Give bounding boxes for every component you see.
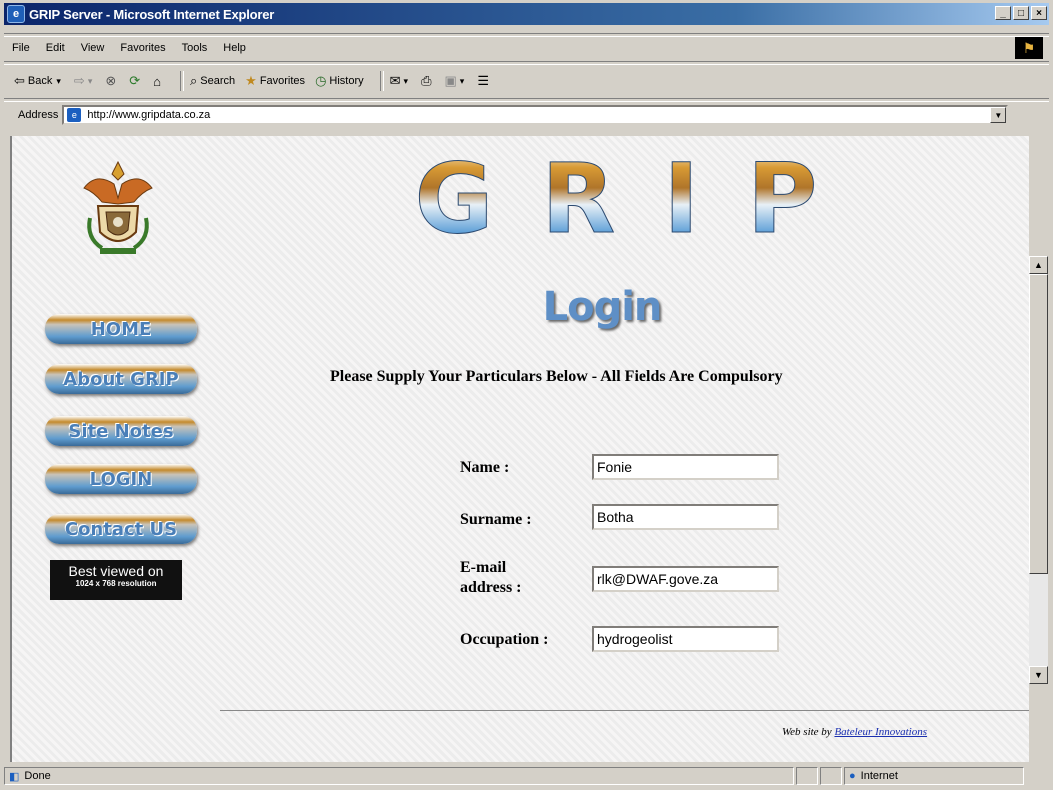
status-bar: ◧ Done ● Internet [4,765,1049,787]
site-credit: Web site by Bateleur Innovations [782,726,927,738]
credit-link[interactable]: Bateleur Innovations [834,726,927,738]
window-title: GRIP Server - Microsoft Internet Explore… [29,6,275,22]
zone-text: Internet [860,770,898,782]
favorites-button[interactable]: ★ Favorites [245,73,305,89]
edit-button[interactable]: ▣ ▾ [444,73,467,89]
dropdown-arrow-icon: ▾ [87,75,93,86]
credit-prefix: Web site by [782,726,832,738]
name-input[interactable]: Fonie [592,454,779,480]
dropdown-arrow-icon: ▾ [56,75,61,86]
status-panel [820,767,842,785]
ie-icon: e [7,5,25,23]
globe-icon: ● [849,770,856,782]
form-instructions: Please Supply Your Particulars Below - A… [330,368,783,385]
home-button[interactable]: ⌂ [153,74,164,89]
history-icon: ◷ [315,73,327,88]
title-bar: e GRIP Server - Microsoft Internet Explo… [4,3,1049,25]
back-arrow-icon: ⇦ [14,73,25,88]
page-heading: Login [542,284,663,330]
footer-divider [220,710,1029,711]
home-icon: ⌂ [153,73,162,89]
dropdown-arrow-icon: ▾ [459,75,465,86]
email-label-line-2: address : [460,579,522,596]
address-bar: Address e http://www.gripdata.co.za ▼ [4,101,1049,129]
print-icon: ⎙ [421,73,432,88]
edit-icon: ▣ [444,73,457,88]
forward-button[interactable]: ⇨ ▾ [74,73,95,89]
scroll-up-icon[interactable]: ▲ [1029,256,1048,274]
maximize-button[interactable]: □ [1013,6,1029,20]
vertical-scrollbar[interactable]: ▲ ▼ [1029,256,1048,684]
email-label: E-mail address : [460,558,522,598]
nav-site-notes-button[interactable]: Site Notes [45,416,197,446]
badge-line-1: Best viewed on [68,563,164,579]
discuss-button[interactable]: ☰ [477,73,492,89]
refresh-icon: ⟳ [129,73,141,88]
page-done-icon: ◧ [9,770,20,783]
toolbar-separator [180,71,185,91]
favorites-icon: ★ [245,73,257,88]
grip-logo: GRIP [414,154,866,244]
print-button[interactable]: ⎙ [421,73,434,89]
surname-label: Surname : [460,511,532,528]
scroll-thumb[interactable] [1029,274,1048,574]
status-text: Done [24,770,51,782]
back-button[interactable]: ⇦ Back ▾ [14,73,64,89]
address-url: http://www.gripdata.co.za [87,109,211,121]
minimize-button[interactable]: _ [995,6,1011,20]
resolution-badge: Best viewed on 1024 x 768 resolution [50,560,182,600]
forward-arrow-icon: ⇨ [73,73,85,88]
menu-tools[interactable]: Tools [182,42,208,54]
address-label: Address [18,109,59,121]
coat-of-arms-logo [83,160,153,254]
surname-input[interactable]: Botha [592,504,779,530]
menu-favorites[interactable]: Favorites [120,42,165,54]
refresh-button[interactable]: ⟳ [129,73,143,89]
mail-icon: ✉ [389,73,401,88]
scroll-down-icon[interactable]: ▼ [1029,666,1048,684]
search-button[interactable]: ⌕ Search [190,73,235,89]
menu-edit[interactable]: Edit [46,42,65,54]
browser-window: e GRIP Server - Microsoft Internet Explo… [0,0,1053,790]
windows-logo-icon: ⚑ [1015,37,1043,59]
toolbar-separator [379,71,384,91]
email-label-line-1: E-mail [460,559,507,576]
nav-about-button[interactable]: About GRIP [45,364,197,394]
menu-bar: File Edit View Favorites Tools Help ⚑ [4,37,1049,59]
stop-button[interactable]: ⊗ [105,73,119,89]
address-dropdown-icon[interactable]: ▼ [990,107,1007,123]
search-label: Search [200,75,236,87]
occupation-input[interactable]: hydrogeolist [592,626,779,652]
email-input[interactable]: rlk@DWAF.gove.za [592,566,779,592]
window-controls: _ □ × [995,6,1047,20]
stop-icon: ⊗ [105,73,117,88]
page-icon: e [67,108,82,122]
occupation-label: Occupation : [460,631,549,648]
status-panel [796,767,818,785]
close-button[interactable]: × [1031,6,1047,20]
nav-home-button[interactable]: HOME [45,314,197,344]
address-input[interactable]: e http://www.gripdata.co.za ▼ [62,105,1009,125]
menu-help[interactable]: Help [223,42,246,54]
favorites-label: Favorites [259,75,306,87]
history-label: History [329,75,364,87]
history-button[interactable]: ◷ History [315,73,364,89]
zone-panel: ● Internet [844,767,1024,785]
back-label: Back [27,75,53,87]
toolbar: ⇦ Back ▾ ⇨ ▾ ⊗ ⟳ ⌂ ⌕ Search ★ Favorites … [4,64,1049,98]
nav-contact-button[interactable]: Contact US [45,514,197,544]
menu-view[interactable]: View [81,42,105,54]
page-viewport: GRIP Login HOME About GRIP Site Notes LO… [10,136,1029,762]
mail-button[interactable]: ✉ ▾ [390,73,411,89]
discuss-icon: ☰ [477,73,489,88]
divider [4,33,1049,37]
name-label: Name : [460,459,510,476]
dropdown-arrow-icon: ▾ [403,75,409,86]
menu-file[interactable]: File [12,42,30,54]
badge-line-2: 1024 x 768 resolution [75,579,157,588]
search-icon: ⌕ [190,73,198,88]
status-text-panel: ◧ Done [4,767,794,785]
logo-text: GRIP [415,154,866,244]
nav-login-button[interactable]: LOGIN [45,464,197,494]
